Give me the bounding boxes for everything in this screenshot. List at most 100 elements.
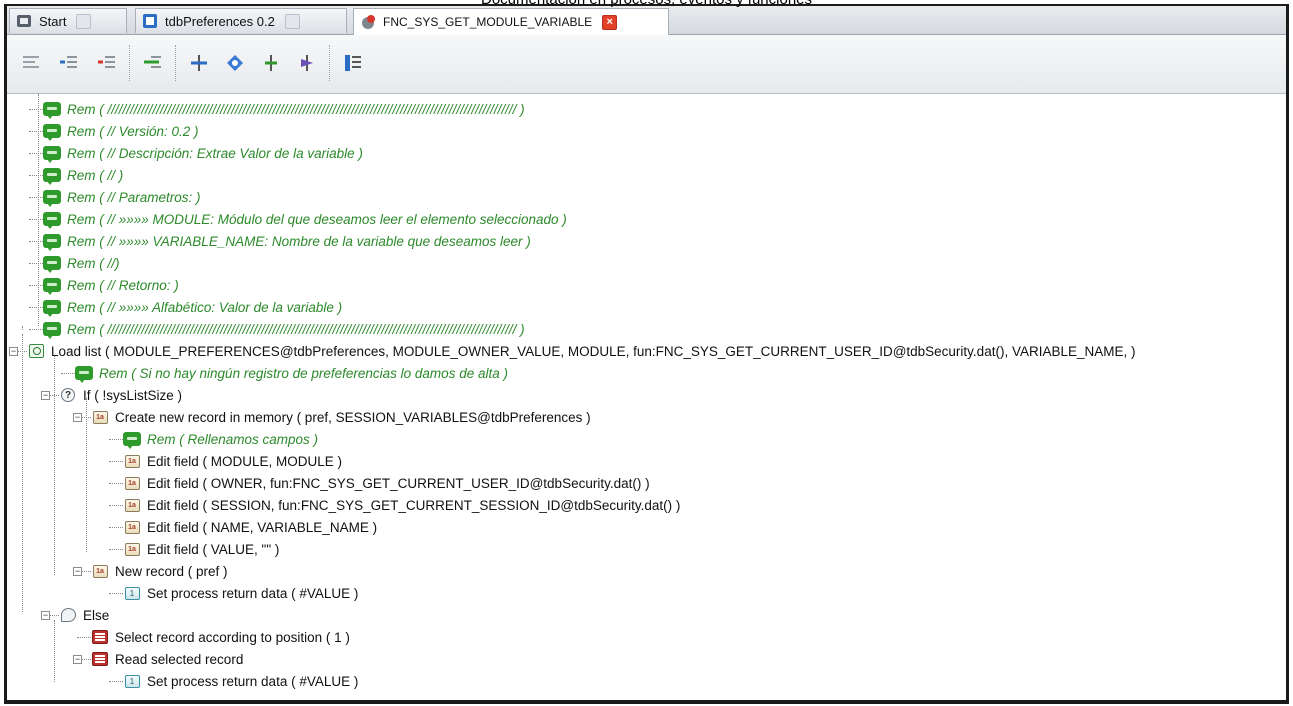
tree-row-label: New record ( pref ): [115, 563, 228, 579]
tree-guide: [109, 439, 123, 440]
tree-row-label: Edit field ( SESSION, fun:FNC_SYS_GET_CU…: [147, 497, 681, 513]
tree-row[interactable]: Select record according to position ( 1 …: [91, 626, 350, 648]
collapse-toggle-icon[interactable]: −: [73, 567, 82, 576]
collapse-toggle-icon[interactable]: −: [73, 413, 82, 422]
tree-row[interactable]: Rem ( Si no hay ningún registro de prefe…: [75, 362, 508, 384]
tree-guide: [29, 175, 43, 176]
tree-guide: [22, 326, 23, 330]
tree-row[interactable]: 1a Edit field ( NAME, VARIABLE_NAME ): [123, 516, 377, 538]
tree-row[interactable]: Rem ( Rellenamos campos ): [123, 428, 318, 450]
comment-icon: [43, 233, 61, 251]
tree-row[interactable]: Load list ( MODULE_PREFERENCES@tdbPrefer…: [27, 340, 1135, 362]
close-icon[interactable]: [284, 13, 300, 29]
collapse-toggle-icon[interactable]: −: [41, 611, 50, 620]
field-icon: 1a: [91, 409, 109, 425]
tree-row[interactable]: Else: [59, 604, 109, 626]
close-icon[interactable]: [76, 13, 92, 29]
tree-row[interactable]: ? If ( !sysListSize ): [59, 384, 182, 406]
tree-row[interactable]: Rem ( // Versión: 0.2 ): [43, 120, 199, 142]
tree-row[interactable]: 1a Edit field ( SESSION, fun:FNC_SYS_GET_…: [123, 494, 680, 516]
tab-label: tdbPreferences 0.2: [165, 13, 275, 29]
project-icon: [142, 13, 158, 29]
outdent-icon[interactable]: [93, 49, 121, 77]
tree-row-label: Rem ( // Descripción: Extrae Valor de la…: [67, 145, 363, 161]
tree-row-label: Edit field ( MODULE, MODULE ): [147, 453, 343, 469]
else-icon: [59, 607, 77, 623]
collapse-icon[interactable]: [293, 49, 321, 77]
comment-icon: [43, 123, 61, 141]
tree-row-label: Rem ( //////////////////////////////////…: [67, 101, 525, 117]
align-left-icon[interactable]: [17, 49, 45, 77]
tree-row[interactable]: 1a Edit field ( VALUE, "" ): [123, 538, 279, 560]
tab-start[interactable]: Start: [9, 8, 127, 33]
tree-row-label: Edit field ( OWNER, fun:FNC_SYS_GET_CURR…: [147, 475, 650, 491]
tree-row-label: Edit field ( VALUE, "" ): [147, 541, 280, 557]
tree-row-label: Rem ( // ): [67, 167, 124, 183]
tree-guide: [29, 285, 43, 286]
tree-guide: [29, 197, 43, 198]
process-tree: Rem ( //////////////////////////////////…: [7, 94, 1286, 700]
tree-row-label: Load list ( MODULE_PREFERENCES@tdbPrefer…: [51, 343, 1136, 359]
tree-guide: [109, 593, 123, 594]
comment-icon: [43, 255, 61, 273]
tree-row[interactable]: 1 Set process return data ( #VALUE ): [123, 670, 358, 692]
tree-row[interactable]: 1 Set process return data ( #VALUE ): [123, 582, 358, 604]
tree-row[interactable]: Rem ( // »»»» VARIABLE_NAME: Nombre de l…: [43, 230, 531, 252]
condition-icon: ?: [59, 387, 77, 403]
tree-row[interactable]: 1a Edit field ( MODULE, MODULE ): [123, 450, 342, 472]
tree-row[interactable]: Rem ( //): [43, 252, 120, 274]
tree-row-label: Rem ( //): [67, 255, 120, 271]
tree-row[interactable]: Rem ( //////////////////////////////////…: [43, 98, 525, 120]
tree-row[interactable]: Rem ( //////////////////////////////////…: [43, 318, 525, 340]
return-icon: 1: [123, 585, 141, 601]
comment-icon: [75, 365, 93, 383]
tab-tdbpreferences[interactable]: tdbPreferences 0.2: [135, 8, 347, 33]
tree-row[interactable]: 1a Edit field ( OWNER, fun:FNC_SYS_GET_CU…: [123, 472, 650, 494]
tree-guide: [29, 131, 43, 132]
comment-icon: [43, 101, 61, 119]
move-down-icon[interactable]: [221, 49, 249, 77]
tab-label: Start: [39, 13, 67, 29]
tree-row-label: Rem ( // »»»» Alfabético: Valor de la va…: [67, 299, 343, 315]
collapse-toggle-icon[interactable]: −: [41, 391, 50, 400]
tree-icon[interactable]: [339, 49, 367, 77]
tree-row[interactable]: 1a Create new record in memory ( pref, SE…: [91, 406, 591, 428]
tree-row-label: Else: [83, 607, 110, 623]
expand-icon[interactable]: [257, 49, 285, 77]
move-up-icon[interactable]: [185, 49, 213, 77]
tree-row-label: Set process return data ( #VALUE ): [147, 585, 359, 601]
tree-row-label: Create new record in memory ( pref, SESS…: [115, 409, 591, 425]
tree-row[interactable]: Rem ( // Parametros: ): [43, 186, 201, 208]
indent-icon[interactable]: [55, 49, 83, 77]
tree-row-label: Rem ( //////////////////////////////////…: [67, 321, 525, 337]
tree-row[interactable]: Rem ( // ): [43, 164, 123, 186]
tab-fnc-sys-get-module-variable[interactable]: FNC_SYS_GET_MODULE_VARIABLE ×: [353, 8, 669, 35]
comment-icon: [43, 321, 61, 339]
tree-row[interactable]: Rem ( // Descripción: Extrae Valor de la…: [43, 142, 363, 164]
tree-guide: [109, 483, 123, 484]
collapse-toggle-icon[interactable]: −: [73, 655, 82, 664]
tree-row-label: Rem ( // »»»» MODULE: Módulo del que des…: [67, 211, 567, 227]
tree-row-label: If ( !sysListSize ): [83, 387, 183, 403]
tree-guide: [109, 505, 123, 506]
tree-row-label: Rem ( // »»»» VARIABLE_NAME: Nombre de l…: [67, 233, 531, 249]
tree-row-label: Rem ( Rellenamos campos ): [147, 431, 319, 447]
tree-row[interactable]: Rem ( // »»»» MODULE: Módulo del que des…: [43, 208, 567, 230]
page-title: Documentación en procesos, eventos y fun…: [0, 0, 1293, 8]
close-icon[interactable]: ×: [602, 14, 618, 30]
tree-guide: [109, 681, 123, 682]
comment-icon[interactable]: [139, 49, 167, 77]
database-icon: [91, 651, 109, 667]
tree-row[interactable]: Rem ( // Retorno: ): [43, 274, 179, 296]
field-icon: 1a: [91, 563, 109, 579]
tree-row[interactable]: Rem ( // »»»» Alfabético: Valor de la va…: [43, 296, 342, 318]
tree-guide: [29, 153, 43, 154]
tree-guide: [29, 307, 43, 308]
collapse-toggle-icon[interactable]: −: [9, 347, 18, 356]
tree-guide: [86, 398, 87, 552]
tree-row[interactable]: 1a New record ( pref ): [91, 560, 228, 582]
tab-label: FNC_SYS_GET_MODULE_VARIABLE: [383, 15, 593, 29]
function-icon: [360, 14, 376, 30]
tree-guide: [29, 241, 43, 242]
tree-row[interactable]: Read selected record: [91, 648, 243, 670]
